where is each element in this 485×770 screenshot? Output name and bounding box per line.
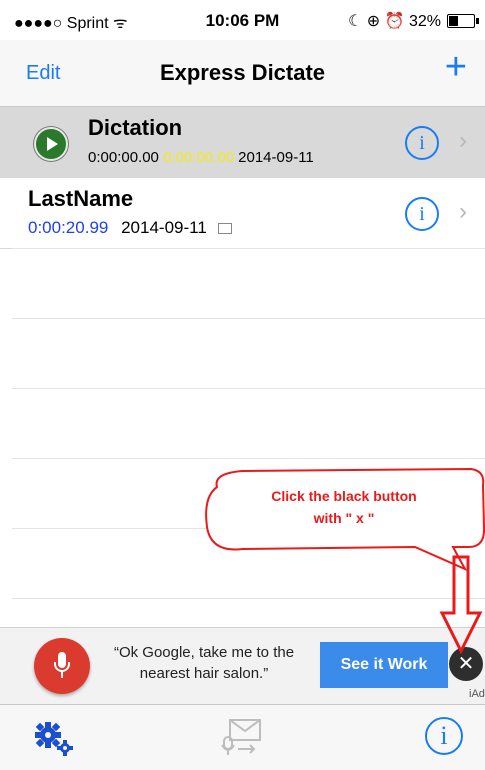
status-indicators: ☾ ⊕ ⏰ 32% xyxy=(347,11,479,31)
arrow-down-icon xyxy=(439,555,483,655)
navigation-bar: Edit Express Dictate + xyxy=(0,40,485,107)
item-duration: 0:00:20.99 xyxy=(28,218,109,237)
see-it-work-button[interactable]: See it Work xyxy=(320,642,448,688)
microphone-icon[interactable] xyxy=(34,638,90,694)
play-icon[interactable] xyxy=(34,127,68,161)
mail-icon xyxy=(217,223,232,235)
list-item-lastname[interactable]: LastName 0:00:20.99 2014-09-11 i › xyxy=(0,178,485,249)
add-button[interactable]: + xyxy=(445,48,467,86)
info-icon[interactable]: i xyxy=(405,126,439,160)
ad-text: “Ok Google, take me to the nearest hair … xyxy=(113,644,295,682)
row-separator xyxy=(12,388,485,389)
chevron-right-icon: › xyxy=(459,198,467,225)
ad-banner[interactable]: “Ok Google, take me to the nearest hair … xyxy=(0,627,485,704)
item-duration: 0:00:00.00 xyxy=(88,149,159,166)
dictation-list: Dictation 0:00:00.00 0:00:00.00 2014-09-… xyxy=(0,107,485,249)
status-bar: ●●●●○ Sprint ᯤ 10:06 PM ☾ ⊕ ⏰ 32% xyxy=(0,0,485,40)
iad-label: iAd xyxy=(469,688,485,700)
row-separator xyxy=(12,598,485,599)
row-separator xyxy=(12,248,485,249)
row-separator xyxy=(12,318,485,319)
battery-icon xyxy=(447,14,479,28)
info-icon[interactable]: i xyxy=(405,197,439,231)
page-title: Express Dictate xyxy=(159,60,326,85)
info-icon[interactable]: i xyxy=(425,717,463,755)
item-title: LastName xyxy=(28,186,134,211)
chevron-right-icon: › xyxy=(459,127,467,154)
item-meta: 0:00:00.00 0:00:00.00 2014-09-11 xyxy=(88,149,314,166)
item-date: 2014-09-11 xyxy=(238,149,314,166)
item-recorded-duration: 0:00:00.00 xyxy=(163,149,234,166)
callout-line-1: Click the black button xyxy=(271,488,417,504)
settings-gear-icon[interactable] xyxy=(34,721,74,757)
send-dictation-icon[interactable] xyxy=(220,717,264,757)
item-meta: 0:00:20.99 2014-09-11 xyxy=(28,218,232,238)
callout-text: Click the black button with " x " xyxy=(203,485,485,529)
item-date: 2014-09-11 xyxy=(121,218,207,237)
status-indicator-text: ☾ ⊕ ⏰ 32% xyxy=(347,13,441,30)
bottom-toolbar: i xyxy=(0,704,485,770)
list-item-dictation[interactable]: Dictation 0:00:00.00 0:00:00.00 2014-09-… xyxy=(0,107,485,178)
row-separator xyxy=(12,458,485,459)
item-title: Dictation xyxy=(88,115,183,140)
callout-line-2: with " x " xyxy=(313,510,375,526)
